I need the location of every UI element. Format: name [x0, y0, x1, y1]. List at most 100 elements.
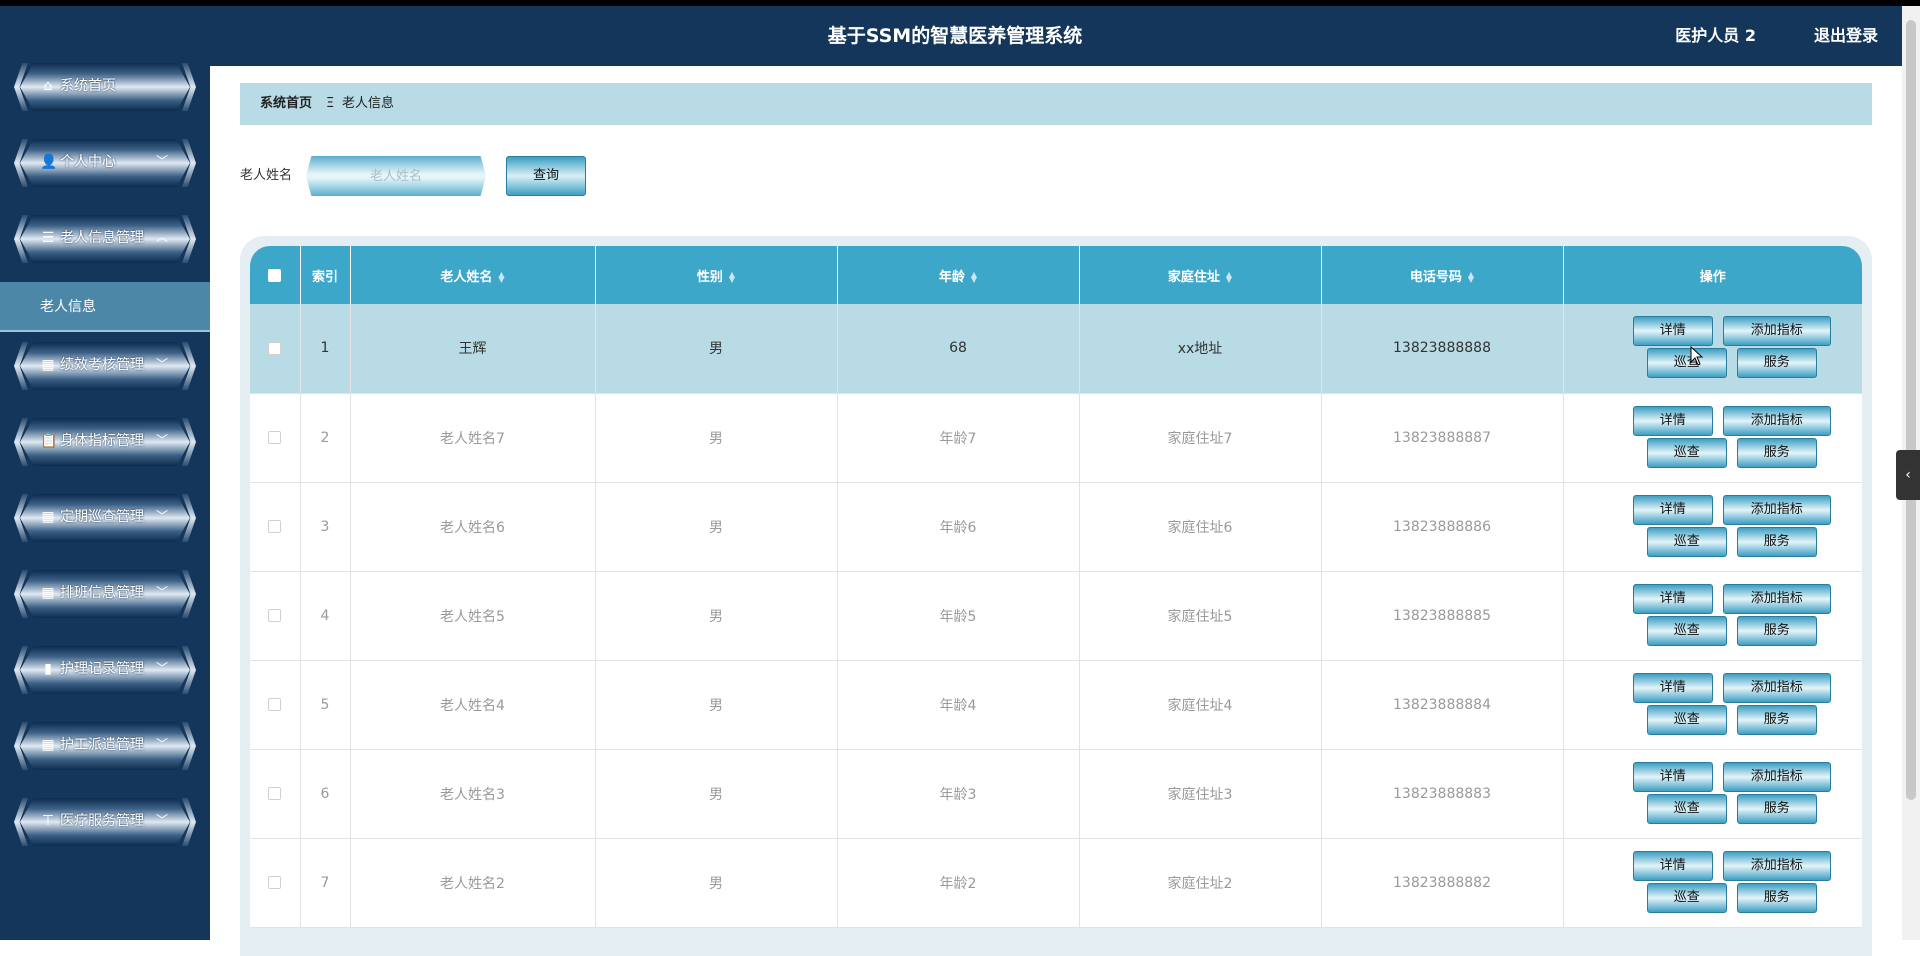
- add-indicator-button[interactable]: 添加指标: [1722, 761, 1831, 792]
- cell-address: 家庭住址4: [1079, 660, 1322, 750]
- patrol-button[interactable]: 巡查: [1646, 615, 1727, 646]
- sidebar-item-5[interactable]: ▦ 定期巡查管理 ﹀: [14, 490, 196, 546]
- logout-button[interactable]: 退出登录: [1814, 26, 1878, 46]
- sidebar-item-9[interactable]: ⊤ 医疗服务管理 ﹀: [14, 794, 196, 850]
- add-indicator-button[interactable]: 添加指标: [1722, 494, 1831, 525]
- detail-button[interactable]: 详情: [1632, 850, 1713, 881]
- sort-caret-icon[interactable]: ▲ ▼: [971, 271, 977, 284]
- select-all-checkbox[interactable]: [268, 268, 282, 282]
- sidebar-item-4[interactable]: 📋 身体指标管理 ﹀: [14, 414, 196, 470]
- select-all-cell: [250, 246, 301, 304]
- sort-caret-icon[interactable]: ▲ ▼: [729, 271, 735, 284]
- sidebar-item-2[interactable]: ☰ 老人信息管理 ︿: [14, 211, 196, 267]
- elder-table: 索引 老人姓名 ▲ ▼ 性别 ▲ ▼ 年龄 ▲ ▼ 家庭住址 ▲ ▼ 电话号码 ▲ ▼ 操作 1 王辉男 68 xx地…: [250, 246, 1862, 928]
- column-header-2[interactable]: 性别 ▲ ▼: [595, 246, 838, 304]
- sidebar-subitem-elder-info[interactable]: 老人信息: [0, 282, 210, 332]
- row-checkbox[interactable]: [268, 341, 282, 355]
- cell-address: 家庭住址2: [1079, 838, 1322, 928]
- table-row[interactable]: 2 老人姓名7 男年龄7 家庭住址7 13823888887 详情 添加指标 巡查 服务: [250, 393, 1862, 483]
- detail-button[interactable]: 详情: [1632, 583, 1713, 614]
- current-user: 医护人员 2: [1675, 26, 1756, 45]
- sidebar-item-8[interactable]: ▦ 护工派遣管理 ﹀: [14, 718, 196, 774]
- search-input[interactable]: [318, 162, 474, 190]
- breadcrumb-current: 老人信息: [342, 96, 395, 111]
- row-checkbox[interactable]: [268, 787, 282, 800]
- table-row[interactable]: 5 老人姓名4 男年龄4 家庭住址4 13823888884 详情 添加指标 巡查 服务: [250, 660, 1862, 750]
- chevron-down-icon: ﹀: [155, 737, 168, 751]
- search-field[interactable]: [306, 156, 486, 196]
- add-indicator-button[interactable]: 添加指标: [1722, 850, 1831, 881]
- add-indicator-button[interactable]: 添加指标: [1722, 405, 1831, 436]
- cell-actions: 详情 添加指标 巡查 服务: [1563, 482, 1862, 572]
- column-header-4[interactable]: 家庭住址 ▲ ▼: [1079, 246, 1322, 304]
- chevron-down-icon: ﹀: [155, 661, 168, 675]
- collapse-panel-chevron-left-icon[interactable]: ‹: [1896, 450, 1920, 500]
- sidebar-item-label: 老人信息管理: [60, 230, 144, 246]
- breadcrumb-home[interactable]: 系统首页: [260, 96, 312, 112]
- row-checkbox[interactable]: [268, 609, 282, 622]
- detail-button[interactable]: 详情: [1632, 672, 1713, 703]
- cell-age: 年龄2: [837, 838, 1080, 928]
- service-button[interactable]: 服务: [1736, 882, 1817, 913]
- patrol-button[interactable]: 巡查: [1646, 526, 1727, 557]
- chevron-up-icon: ︿: [155, 230, 168, 244]
- add-indicator-button[interactable]: 添加指标: [1722, 672, 1831, 703]
- service-button[interactable]: 服务: [1736, 437, 1817, 468]
- scrollbar-thumb[interactable]: [1906, 20, 1916, 800]
- sidebar: 老人信息 ⌂ 系统首页 👤 个人中心 ﹀ ☰ 老人信息管理 ︿ ▦ 绩效考核管理 ﹀ 📋 身体指标管理 ﹀…: [0, 6, 210, 940]
- chevron-down-icon: ﹀: [155, 154, 168, 168]
- column-header-label: 电话号码: [1409, 269, 1462, 285]
- cell-address: 家庭住址3: [1079, 749, 1322, 839]
- patrol-button[interactable]: 巡查: [1646, 793, 1727, 824]
- sidebar-item-7[interactable]: ▮ 护理记录管理 ﹀: [14, 642, 196, 698]
- row-actions: 详情 添加指标 巡查 服务: [1613, 405, 1831, 470]
- detail-button[interactable]: 详情: [1632, 316, 1713, 347]
- service-button[interactable]: 服务: [1736, 793, 1817, 824]
- sidebar-item-1[interactable]: 👤 个人中心 ﹀: [14, 135, 196, 191]
- cell-index: 4: [300, 571, 351, 661]
- sidebar-item-0[interactable]: ⌂ 系统首页: [14, 59, 196, 115]
- table-row[interactable]: 7 老人姓名2 男年龄2 家庭住址2 13823888882 详情 添加指标 巡查 服务: [250, 838, 1862, 928]
- chevron-down-icon: ﹀: [155, 433, 168, 447]
- column-header-0: 索引: [300, 246, 351, 304]
- patrol-button[interactable]: 巡查: [1646, 437, 1727, 468]
- column-header-5[interactable]: 电话号码 ▲ ▼: [1321, 246, 1564, 304]
- sidebar-item-label: 排班信息管理: [60, 585, 144, 601]
- patrol-button[interactable]: 巡查: [1646, 882, 1727, 913]
- chevron-down-icon: ﹀: [155, 813, 168, 827]
- cell-phone: 13823888884: [1321, 660, 1564, 750]
- cell-index: 1: [300, 304, 351, 394]
- column-header-label: 家庭住址: [1167, 269, 1220, 285]
- detail-button[interactable]: 详情: [1632, 494, 1713, 525]
- column-header-1[interactable]: 老人姓名 ▲ ▼: [350, 246, 596, 304]
- row-checkbox[interactable]: [268, 876, 282, 889]
- cell-gender: 男: [595, 393, 838, 483]
- row-checkbox[interactable]: [268, 520, 282, 533]
- table-row[interactable]: 3 老人姓名6 男年龄6 家庭住址6 13823888886 详情 添加指标 巡查 服务: [250, 482, 1862, 572]
- table-row[interactable]: 6 老人姓名3 男年龄3 家庭住址3 13823888883 详情 添加指标 巡查 服务: [250, 749, 1862, 839]
- row-checkbox[interactable]: [268, 431, 282, 444]
- patrol-button[interactable]: 巡查: [1646, 704, 1727, 735]
- detail-button[interactable]: 详情: [1632, 405, 1713, 436]
- add-indicator-button[interactable]: 添加指标: [1722, 583, 1831, 614]
- table-row[interactable]: 4 老人姓名5 男年龄5 家庭住址5 13823888885 详情 添加指标 巡查 服务: [250, 571, 1862, 661]
- row-select-cell: [250, 660, 301, 750]
- sidebar-item-6[interactable]: ▦ 排班信息管理 ﹀: [14, 566, 196, 622]
- detail-button[interactable]: 详情: [1632, 761, 1713, 792]
- table-row[interactable]: 1 王辉男 68 xx地址 13823888888 详情 添加指标 巡查 服务: [250, 304, 1862, 394]
- search-button[interactable]: 查询: [506, 156, 586, 196]
- table-header-row: 索引 老人姓名 ▲ ▼ 性别 ▲ ▼ 年龄 ▲ ▼ 家庭住址 ▲ ▼ 电话号码 ▲ ▼ 操作: [250, 246, 1862, 304]
- sort-caret-icon[interactable]: ▲ ▼: [1468, 271, 1474, 284]
- add-indicator-button[interactable]: 添加指标: [1722, 316, 1831, 347]
- service-button[interactable]: 服务: [1736, 615, 1817, 646]
- row-checkbox[interactable]: [268, 698, 282, 711]
- sort-caret-icon[interactable]: ▲ ▼: [498, 271, 504, 284]
- service-button[interactable]: 服务: [1736, 526, 1817, 557]
- column-header-3[interactable]: 年龄 ▲ ▼: [837, 246, 1080, 304]
- patrol-button[interactable]: 巡查: [1646, 348, 1727, 379]
- service-button[interactable]: 服务: [1736, 704, 1817, 735]
- sort-caret-icon[interactable]: ▲ ▼: [1226, 271, 1232, 284]
- sidebar-item-label: 身体指标管理: [60, 433, 144, 449]
- sidebar-item-3[interactable]: ▦ 绩效考核管理 ﹀: [14, 338, 196, 394]
- service-button[interactable]: 服务: [1736, 348, 1817, 379]
